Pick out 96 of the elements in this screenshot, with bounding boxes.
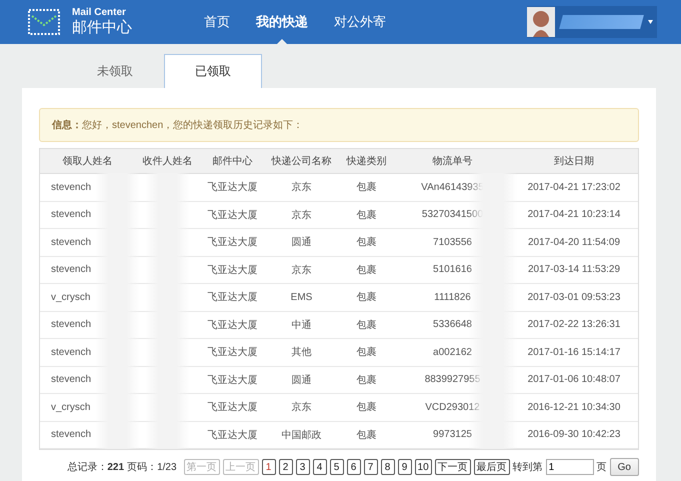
table-cell-text: 2017-04-21 17:23:02 [526, 182, 622, 193]
table-cell-text: 飞亚达大厦 [206, 264, 258, 277]
logo-title: Mail Center [72, 7, 127, 19]
table-cell-text: 2017-02-22 13:26:31 [526, 319, 622, 330]
table-cell-text: 飞亚达大厦 [206, 180, 258, 194]
total-records: 总记录：221 [67, 460, 124, 474]
table-cell-text: 8839927955 [424, 374, 482, 386]
table-cell-text: stevench [50, 264, 92, 276]
page-button[interactable]: 2 [278, 459, 293, 475]
table-cell-text: 包裹 [356, 208, 378, 222]
column-header: 领取人姓名 [62, 155, 114, 168]
table-cell-text: 5101616 [432, 264, 473, 276]
table-cell-text: 中国邮政 [280, 428, 322, 442]
table-cell-text: 飞亚达大厦 [206, 346, 258, 360]
caret-icon [648, 20, 653, 24]
table-cell-text: 7103556 [432, 236, 473, 248]
table-cell-text: 京东 [290, 264, 312, 277]
table-cell-text: 圆通 [290, 236, 312, 250]
table-cell-text: 飞亚达大厦 [206, 400, 258, 414]
nav-link[interactable]: 我的快递 [256, 0, 308, 44]
table-cell-text: 包裹 [356, 400, 378, 414]
page-info: 页码：1/23 [127, 461, 177, 474]
table-cell-text: stevench [50, 182, 92, 193]
page-button[interactable]: 6 [346, 459, 361, 475]
table-cell-text: VCD293012 [424, 402, 481, 413]
table-cell-text: 飞亚达大厦 [206, 318, 258, 332]
table-cell-text: 中通 [290, 318, 312, 332]
table-cell-text: 2017-01-16 15:14:17 [526, 346, 622, 358]
table-cell-text: v_crysch [50, 292, 92, 303]
column-header: 邮件中心 [212, 154, 254, 168]
column-header: 物流单号 [432, 154, 474, 168]
nav-link[interactable]: 首页 [204, 0, 230, 44]
go-button[interactable]: Go [610, 458, 639, 476]
table-cell-text: 5336648 [432, 319, 473, 330]
page-button[interactable]: 下一页 [434, 459, 471, 475]
table-cell-text: 53270341500 [420, 209, 484, 220]
table-cell-text: 2017-03-14 11:53:29 [526, 264, 622, 276]
table-cell-text: 京东 [290, 180, 312, 194]
tab[interactable]: 未领取 [66, 54, 164, 88]
table-cell-text: 飞亚达大厦 [206, 374, 258, 387]
table-cell-text: 京东 [290, 400, 312, 414]
table-cell-text: 包裹 [356, 264, 378, 277]
nav-link[interactable]: 对公外寄 [334, 0, 386, 44]
table-cell-text: stevench [50, 374, 92, 386]
table-cell-text: 2016-12-21 10:34:30 [526, 402, 622, 413]
page-suffix: 页 [596, 461, 607, 474]
table-cell-text: 其他 [290, 346, 312, 360]
page-button[interactable]: 3 [296, 459, 310, 475]
table-cell-text: 2016-09-30 10:42:23 [526, 429, 622, 440]
column-header: 收件人姓名 [142, 155, 194, 168]
table-cell-text: v_crysch [50, 402, 92, 413]
page-input[interactable]: 1 [546, 459, 594, 475]
table-cell-text: 包裹 [356, 318, 378, 332]
avatar-icon [527, 7, 555, 37]
table-cell-text: 2017-03-01 09:53:23 [526, 292, 622, 303]
table-cell-text: 包裹 [356, 180, 378, 194]
table-cell-text: 包裹 [356, 290, 378, 304]
user-menu[interactable] [527, 6, 657, 38]
table-cell-text: 京东 [290, 208, 312, 222]
table-cell-text: 2017-04-20 11:54:09 [526, 236, 622, 248]
table-cell-text: 2017-04-21 10:23:14 [526, 209, 622, 220]
column-header: 快递类别 [345, 154, 388, 168]
page-button[interactable]: 最后页 [474, 459, 510, 475]
goto-label: 转到第 [512, 461, 543, 474]
table-cell-text: EMS [290, 292, 314, 303]
table-cell-text: 包裹 [356, 428, 378, 442]
table-cell-text: 飞亚达大厦 [206, 208, 258, 222]
table-cell-text: 包裹 [356, 374, 378, 387]
table-cell-text: 飞亚达大厦 [206, 236, 258, 250]
table-cell-text: 飞亚达大厦 [206, 290, 258, 304]
table-cell-text: 圆通 [290, 374, 312, 387]
column-header: 到达日期 [553, 154, 595, 168]
tab[interactable]: 已领取 [164, 54, 262, 88]
table-cell-text: 1111826 [433, 292, 472, 303]
table-cell-text: stevench [50, 236, 92, 248]
table-cell-text: 包裹 [356, 346, 378, 360]
page-button[interactable]: 1 [262, 459, 276, 475]
table-cell-text: 2017-01-06 10:48:07 [526, 374, 622, 386]
page-button[interactable]: 7 [364, 459, 378, 475]
envelope-icon [28, 9, 60, 35]
table-cell-text: 飞亚达大厦 [206, 428, 258, 442]
page-button[interactable]: 9 [398, 459, 412, 475]
table-cell-text: 包裹 [356, 236, 378, 250]
logo-subtitle: 邮件中心 [72, 19, 133, 37]
page-button[interactable]: 4 [312, 459, 327, 475]
column-header: 快递公司名称 [270, 154, 332, 168]
table-cell-text: 9973125 [432, 429, 473, 440]
page-button[interactable]: 10 [414, 459, 432, 475]
table-cell-text: stevench [50, 346, 92, 358]
table-cell-text: stevench [50, 209, 92, 220]
info-message: 信息：您好，stevenchen，您的快递领取历史记录如下： [52, 118, 304, 132]
page-button[interactable]: 8 [380, 459, 395, 475]
table-cell-text: stevench [50, 319, 92, 330]
table-cell-text: a002162 [432, 346, 473, 358]
table-cell-text: stevench [50, 429, 92, 440]
page-button[interactable]: 5 [330, 459, 344, 475]
